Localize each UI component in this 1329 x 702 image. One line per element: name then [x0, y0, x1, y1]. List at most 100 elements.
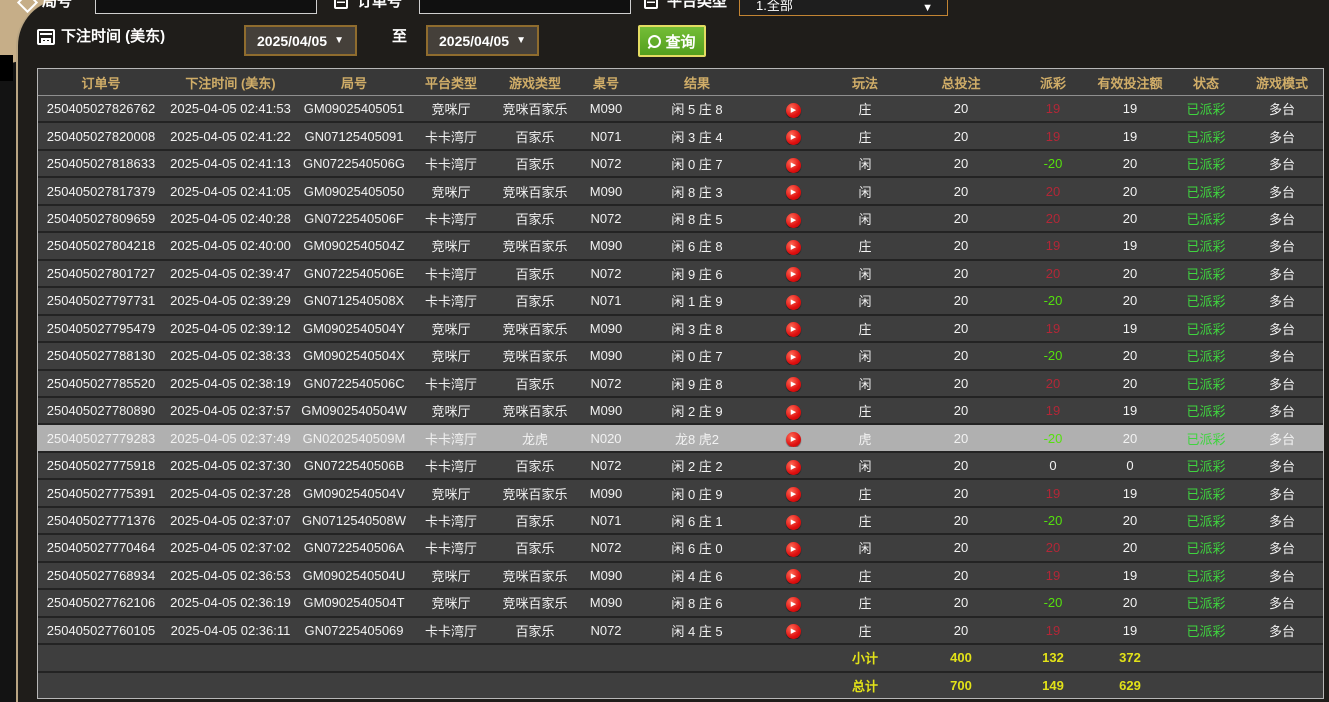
cell-table_no: N072 [579, 376, 633, 391]
cell-mode: 多台 [1241, 346, 1323, 365]
play-video-icon[interactable] [786, 432, 801, 447]
play-video-icon[interactable] [786, 377, 801, 392]
table-row[interactable]: 2504050278042182025-04-05 02:40:00GM0902… [38, 231, 1323, 258]
cell-status: 已派彩 [1171, 538, 1241, 557]
play-video-icon[interactable] [786, 460, 801, 475]
table-row[interactable]: 2504050277753912025-04-05 02:37:28GM0902… [38, 478, 1323, 505]
column-header-mode: 游戏模式 [1241, 73, 1323, 92]
cell-total_bet: 20 [905, 293, 1017, 308]
grand-total-row-payout: 149 [1017, 678, 1089, 693]
calendar-icon [37, 29, 55, 45]
play-video-icon[interactable] [786, 597, 801, 612]
table-row[interactable]: 2504050277881302025-04-05 02:38:33GM0902… [38, 341, 1323, 368]
grand-total-row-valid-bet: 629 [1089, 678, 1171, 693]
cell-total_bet: 20 [905, 156, 1017, 171]
table-row[interactable]: 2504050277954792025-04-05 02:39:12GM0902… [38, 314, 1323, 341]
table-row[interactable]: 2504050277855202025-04-05 02:38:19GN0722… [38, 369, 1323, 396]
table-row[interactable]: 2504050277713762025-04-05 02:37:07GN0712… [38, 506, 1323, 533]
cell-play [761, 319, 825, 337]
table-row[interactable]: 2504050277808902025-04-05 02:37:57GM0902… [38, 396, 1323, 423]
cell-order: 250405027785520 [38, 376, 164, 391]
cell-result: 闲 5 庄 8 [633, 99, 761, 118]
cell-mode: 多台 [1241, 127, 1323, 146]
cell-payout: -20 [1017, 156, 1089, 171]
cell-table_no: N072 [579, 266, 633, 281]
date-from-select[interactable]: 2025/04/05 ▼ [244, 25, 357, 56]
play-video-icon[interactable] [786, 350, 801, 365]
play-video-icon[interactable] [786, 624, 801, 639]
cell-table_no: N072 [579, 458, 633, 473]
play-video-icon[interactable] [786, 515, 801, 530]
cell-result: 闲 4 庄 5 [633, 621, 761, 640]
table-row[interactable]: 2504050278017272025-04-05 02:39:47GN0722… [38, 259, 1323, 286]
cell-total_bet: 20 [905, 540, 1017, 555]
table-row[interactable]: 2504050277977312025-04-05 02:39:29GN0712… [38, 286, 1323, 313]
play-video-icon[interactable] [786, 542, 801, 557]
cell-valid_bet: 19 [1089, 238, 1171, 253]
column-header-bet: 玩法 [825, 73, 905, 92]
table-row[interactable]: 2504050277601052025-04-05 02:36:11GN0722… [38, 616, 1323, 643]
order-input[interactable] [419, 0, 631, 14]
cell-status: 已派彩 [1171, 429, 1241, 448]
play-video-icon[interactable] [786, 487, 801, 502]
cell-result: 闲 6 庄 8 [633, 236, 761, 255]
cell-play [761, 292, 825, 310]
table-row[interactable]: 2504050277704642025-04-05 02:37:02GN0722… [38, 533, 1323, 560]
play-video-icon[interactable] [786, 405, 801, 420]
search-icon [648, 35, 661, 48]
play-video-icon[interactable] [786, 267, 801, 282]
cell-time: 2025-04-05 02:38:33 [164, 348, 297, 363]
cell-total_bet: 20 [905, 513, 1017, 528]
cell-total_bet: 20 [905, 403, 1017, 418]
platform-select[interactable]: 1.全部 ▼ [739, 0, 948, 16]
date-to-select[interactable]: 2025/04/05 ▼ [426, 25, 539, 56]
cell-order: 250405027760105 [38, 623, 164, 638]
cell-play [761, 594, 825, 612]
cell-result: 闲 3 庄 4 [633, 127, 761, 146]
play-video-icon[interactable] [786, 130, 801, 145]
play-video-icon[interactable] [786, 185, 801, 200]
cell-order: 250405027820008 [38, 129, 164, 144]
platform-selected-value: 1.全部 [756, 0, 793, 14]
cell-payout: 20 [1017, 266, 1089, 281]
search-button[interactable]: 查询 [638, 25, 706, 57]
play-video-icon[interactable] [786, 240, 801, 255]
table-row[interactable]: 2504050278173792025-04-05 02:41:05GM0902… [38, 176, 1323, 203]
cell-time: 2025-04-05 02:37:02 [164, 540, 297, 555]
round-input[interactable] [95, 0, 317, 14]
cell-bet: 庄 [825, 319, 905, 338]
column-header-game_type: 游戏类型 [491, 73, 579, 92]
play-video-icon[interactable] [786, 158, 801, 173]
cell-table_no: N071 [579, 513, 633, 528]
cell-payout: 19 [1017, 486, 1089, 501]
order-list-icon [334, 0, 348, 9]
play-video-icon[interactable] [786, 569, 801, 584]
cell-status: 已派彩 [1171, 621, 1241, 640]
play-video-icon[interactable] [786, 213, 801, 228]
cell-table_no: M090 [579, 568, 633, 583]
cell-play [761, 127, 825, 145]
play-video-icon[interactable] [786, 103, 801, 118]
table-row[interactable]: 2504050277759182025-04-05 02:37:30GN0722… [38, 451, 1323, 478]
cell-valid_bet: 20 [1089, 595, 1171, 610]
table-row[interactable]: 2504050278096592025-04-05 02:40:28GN0722… [38, 204, 1323, 231]
cell-total_bet: 20 [905, 184, 1017, 199]
table-row[interactable]: 2504050278200082025-04-05 02:41:22GN0712… [38, 121, 1323, 148]
cell-valid_bet: 20 [1089, 156, 1171, 171]
cell-platform: 竞咪厅 [411, 401, 491, 420]
cell-order: 250405027770464 [38, 540, 164, 555]
cell-status: 已派彩 [1171, 99, 1241, 118]
table-row[interactable]: 2504050278186332025-04-05 02:41:13GN0722… [38, 149, 1323, 176]
cell-round: GN0722540506G [297, 156, 411, 171]
cell-status: 已派彩 [1171, 593, 1241, 612]
table-row[interactable]: 2504050278267622025-04-05 02:41:53GM0902… [38, 96, 1323, 121]
play-video-icon[interactable] [786, 295, 801, 310]
cell-mode: 多台 [1241, 429, 1323, 448]
play-video-icon[interactable] [786, 322, 801, 337]
table-row[interactable]: 2504050277621062025-04-05 02:36:19GM0902… [38, 588, 1323, 615]
cell-platform: 卡卡湾厅 [411, 511, 491, 530]
cell-table_no: N072 [579, 540, 633, 555]
cell-platform: 卡卡湾厅 [411, 429, 491, 448]
table-row[interactable]: 2504050277689342025-04-05 02:36:53GM0902… [38, 561, 1323, 588]
table-row-selected[interactable]: 2504050277792832025-04-05 02:37:49GN0202… [38, 423, 1323, 450]
